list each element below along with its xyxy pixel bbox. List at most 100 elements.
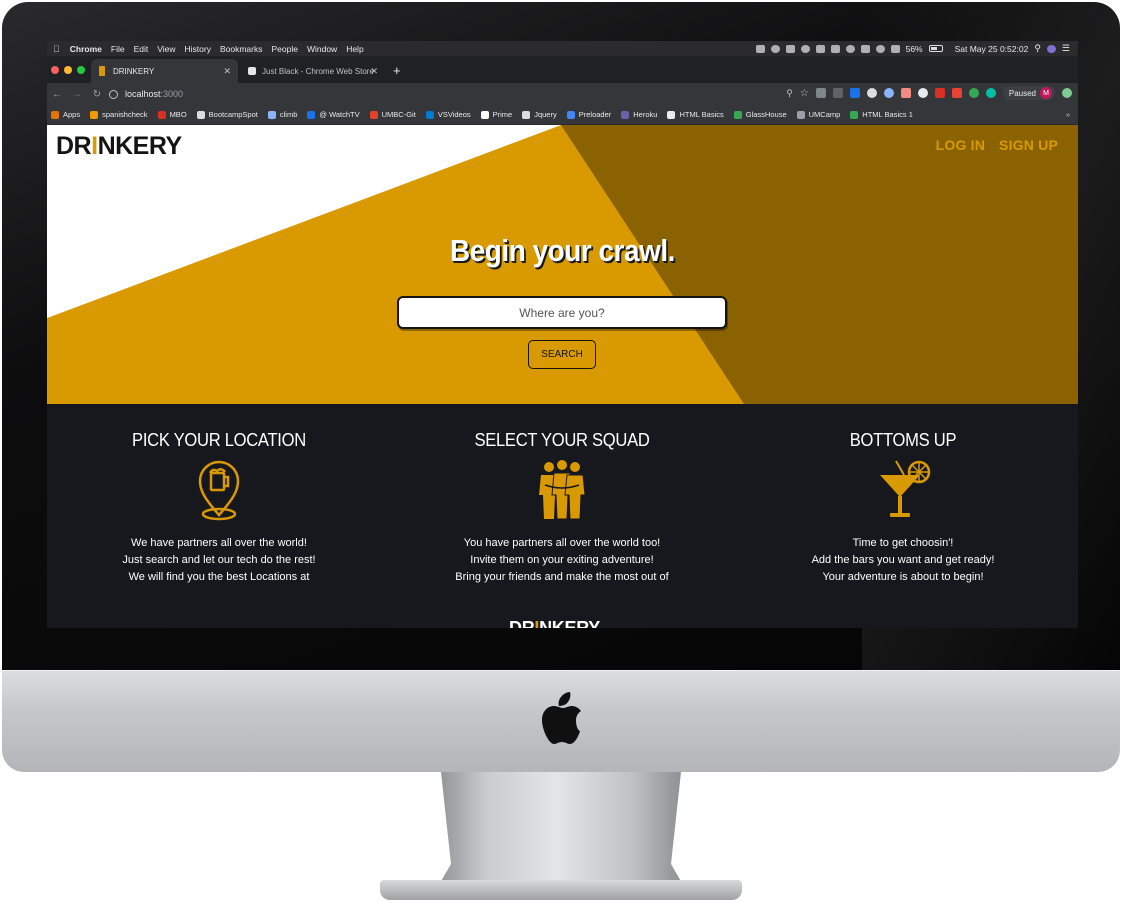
hero-title: Begin your crawl.: [450, 233, 675, 268]
airplay-icon[interactable]: [830, 44, 840, 53]
address-bar[interactable]: localhost :3000: [109, 86, 769, 102]
menubar-clock[interactable]: Sat May 25 0:52:02: [955, 44, 1029, 54]
extension-7-icon[interactable]: [917, 88, 928, 98]
extension-1-icon[interactable]: [815, 88, 826, 98]
extension-9-icon[interactable]: [951, 88, 962, 98]
feature-line: Invite them on your exiting adventure!: [470, 554, 654, 566]
close-window-button[interactable]: [51, 66, 59, 74]
reload-icon[interactable]: ↻: [87, 89, 107, 100]
volume-icon[interactable]: [890, 44, 900, 53]
login-link[interactable]: LOG IN: [936, 137, 985, 153]
menu-help[interactable]: Help: [346, 44, 363, 54]
spotlight-search-icon[interactable]: ⚲: [1034, 43, 1041, 54]
bookmark-favicon-icon: [157, 110, 166, 119]
menu-file[interactable]: File: [111, 44, 125, 54]
menu-edit[interactable]: Edit: [134, 44, 149, 54]
bookmark-item[interactable]: @ WatchTV: [307, 110, 360, 119]
bookmark-item[interactable]: climb: [267, 110, 297, 119]
tab-just-black[interactable]: Just Black - Chrome Web Store ✕: [240, 59, 385, 83]
signup-link[interactable]: SIGN UP: [999, 137, 1058, 153]
battery-icon[interactable]: [928, 45, 943, 52]
bluetooth-icon[interactable]: [860, 44, 870, 53]
feature-title: BOTTOMS UP: [849, 430, 957, 450]
menu-people[interactable]: People: [271, 44, 297, 54]
menu-chrome[interactable]: Chrome: [70, 44, 102, 54]
bookmark-star-icon[interactable]: ☆: [800, 88, 809, 99]
feature-title: SELECT YOUR SQUAD: [474, 430, 650, 450]
menu-bookmarks[interactable]: Bookmarks: [220, 44, 263, 54]
hero-section: DRINKERY LOG IN SIGN UP Begin your crawl…: [47, 125, 1078, 404]
bookmark-item[interactable]: VSVideos: [425, 110, 471, 119]
extension-2-icon[interactable]: [832, 88, 843, 98]
url-host: localhost: [125, 89, 161, 99]
extension-10-icon[interactable]: [968, 88, 979, 98]
bookmarks-overflow-icon[interactable]: »: [1066, 110, 1070, 119]
monitor-stand: [436, 772, 686, 890]
siri-icon[interactable]: [1046, 44, 1056, 53]
close-tab-icon[interactable]: ✕: [370, 66, 378, 77]
extension-6-icon[interactable]: [900, 88, 911, 98]
features-section: PICK YOUR LOCATION We have partners all …: [47, 404, 1078, 628]
menu-view[interactable]: View: [157, 44, 175, 54]
fullscreen-window-button[interactable]: [77, 66, 85, 74]
zoom-icon[interactable]: [755, 44, 765, 53]
bookmark-item[interactable]: UMBC-Git: [369, 110, 416, 119]
bookmark-label: @ WatchTV: [319, 110, 360, 119]
menu-history[interactable]: History: [185, 44, 211, 54]
time-machine-icon[interactable]: [845, 44, 855, 53]
bookmark-favicon-icon: [196, 110, 205, 119]
tab-drinkery[interactable]: DRINKERY ✕: [91, 59, 238, 83]
close-tab-icon[interactable]: ✕: [223, 66, 231, 77]
bookmark-item[interactable]: Preloader: [566, 110, 612, 119]
bookmark-favicon-icon: [566, 110, 575, 119]
page-search-icon[interactable]: ⚲: [786, 88, 793, 99]
wifi-icon[interactable]: [875, 44, 885, 53]
feature-line: We have partners all over the world!: [131, 537, 307, 549]
back-arrow-icon[interactable]: ←: [47, 89, 67, 100]
extension-4-icon[interactable]: [866, 88, 877, 98]
notification-center-icon[interactable]: ☰: [1062, 43, 1070, 54]
monitor-stand-base: [380, 880, 742, 900]
avatar: M: [1040, 87, 1052, 99]
chrome-menu-icon[interactable]: [1062, 88, 1072, 98]
feature-pick-location: PICK YOUR LOCATION We have partners all …: [54, 430, 384, 586]
search-button[interactable]: SEARCH: [528, 340, 596, 369]
creative-cloud-icon[interactable]: [770, 44, 780, 53]
bookmark-favicon-icon: [480, 110, 489, 119]
location-search-input[interactable]: [397, 296, 727, 329]
bookmark-label: VSVideos: [437, 110, 471, 119]
minimize-window-button[interactable]: [64, 66, 72, 74]
feature-line: You have partners all over the world too…: [463, 537, 661, 549]
bookmark-item[interactable]: BootcampSpot: [196, 110, 258, 119]
vpn-icon[interactable]: [815, 44, 825, 53]
bookmark-item[interactable]: GlassHouse: [733, 110, 787, 119]
bookmarks-bar: Apps spanishcheck MBO BootcampSpot climb @ Wa…: [47, 105, 1078, 125]
extension-8-icon[interactable]: [934, 88, 945, 98]
bookmark-item[interactable]: HTML Basics 1: [850, 110, 913, 119]
bookmark-item[interactable]: Jquery: [522, 110, 557, 119]
bookmark-item[interactable]: MBO: [157, 110, 187, 119]
sync-icon[interactable]: [800, 44, 810, 53]
bookmark-item[interactable]: UMCamp: [796, 110, 840, 119]
extension-11-icon[interactable]: [985, 88, 996, 98]
apple-menu-icon[interactable]: : [53, 44, 60, 54]
bookmark-item[interactable]: Apps: [51, 110, 80, 119]
bookmark-item[interactable]: Heroku: [621, 110, 657, 119]
bookmark-item[interactable]: HTML Basics: [667, 110, 724, 119]
menu-window[interactable]: Window: [307, 44, 337, 54]
lock-icon[interactable]: [785, 44, 795, 53]
bookmark-favicon-icon: [51, 110, 59, 119]
extension-3-icon[interactable]: [849, 88, 860, 98]
drinkery-logo[interactable]: DRINKERY: [56, 132, 182, 161]
bookmark-label: Preloader: [578, 110, 612, 119]
bookmark-favicon-icon: [369, 110, 378, 119]
site-info-icon[interactable]: [109, 89, 118, 99]
bookmark-item[interactable]: spanishcheck: [90, 110, 148, 119]
bookmark-favicon-icon: [850, 110, 859, 119]
extension-5-icon[interactable]: [883, 88, 894, 98]
feature-select-squad: SELECT YOUR SQUAD You have partners all …: [397, 430, 727, 586]
forward-arrow-icon[interactable]: →: [67, 89, 87, 100]
new-tab-icon[interactable]: +: [393, 63, 401, 78]
bookmark-item[interactable]: Prime: [480, 110, 512, 119]
profile-paused-button[interactable]: Paused M: [1002, 86, 1055, 100]
